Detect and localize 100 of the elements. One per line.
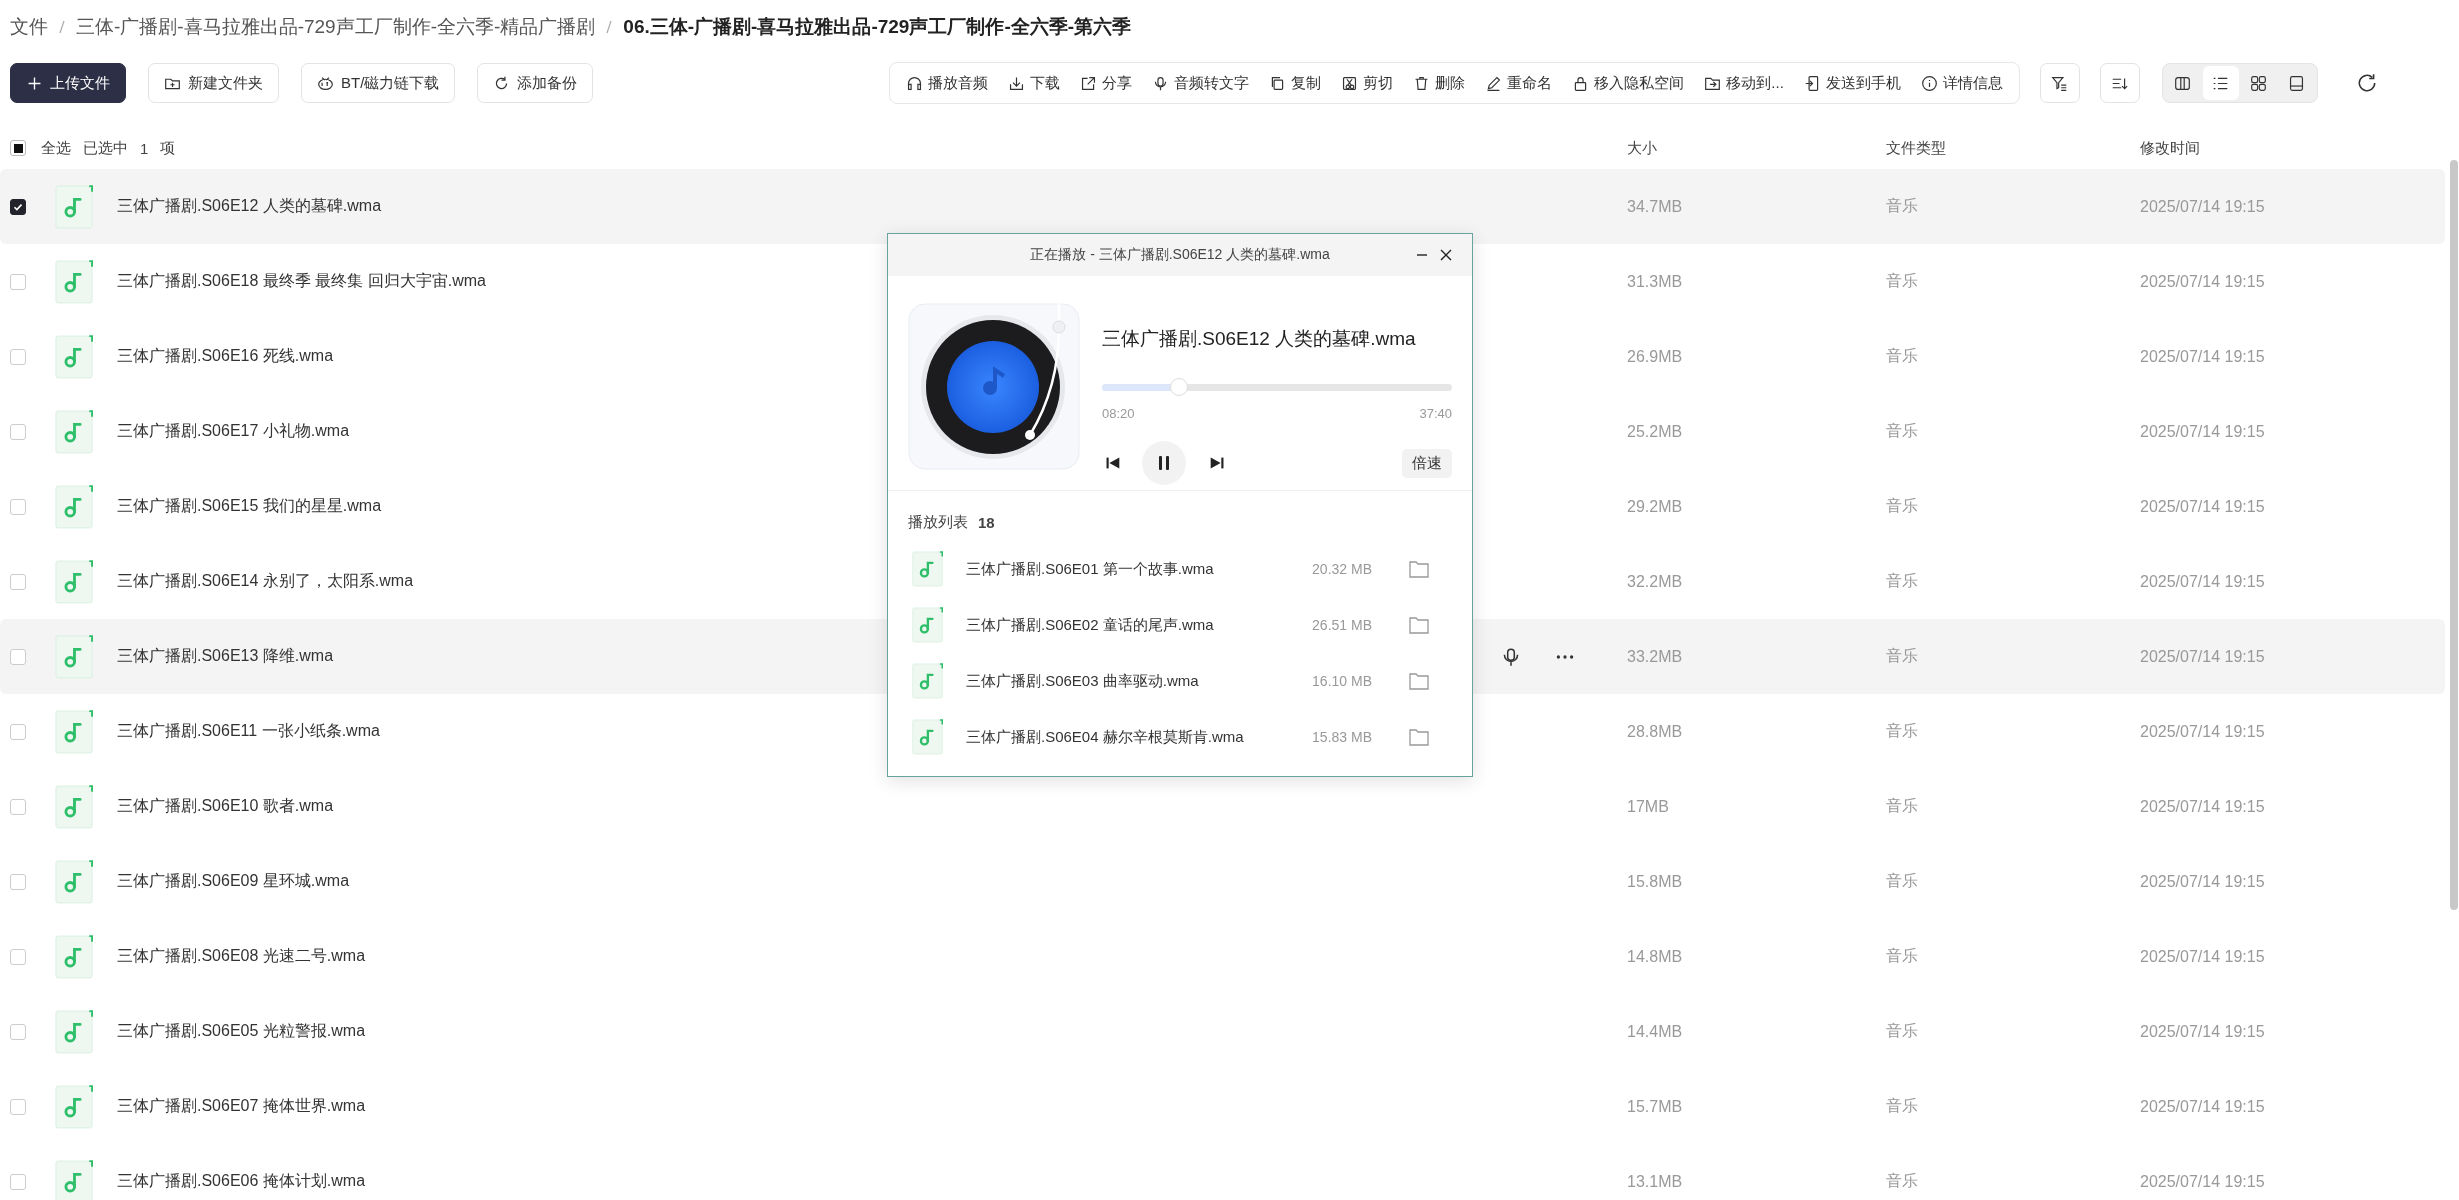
file-type: 音乐 bbox=[1886, 346, 1919, 366]
music-file-icon bbox=[55, 259, 93, 304]
toolbar-button[interactable]: 添加备份 bbox=[477, 63, 594, 103]
progress-track[interactable] bbox=[1102, 383, 1452, 391]
file-name[interactable]: 三体广播剧.S06E15 我们的星星.wma bbox=[117, 496, 382, 517]
action-button[interactable]: 删除 bbox=[1403, 64, 1476, 102]
column-header[interactable]: 修改时间 bbox=[2140, 138, 2200, 158]
modified-time: 2025/07/14 19:15 bbox=[2140, 497, 2265, 516]
toolbar-button[interactable]: 新建文件夹 bbox=[148, 63, 279, 103]
bt-icon bbox=[317, 74, 334, 92]
action-button[interactable]: 音频转文字 bbox=[1142, 64, 1260, 102]
action-button[interactable]: 发送到手机 bbox=[1793, 64, 1911, 102]
columns-icon bbox=[2174, 74, 2192, 92]
file-name[interactable]: 三体广播剧.S06E11 一张小纸条.wma bbox=[117, 721, 380, 742]
action-button[interactable]: 重命名 bbox=[1475, 64, 1563, 102]
music-file-icon bbox=[55, 934, 93, 979]
toolbar-button[interactable]: BT/磁力链下载 bbox=[301, 63, 456, 103]
speed-button[interactable]: 倍速 bbox=[1402, 448, 1452, 478]
folder-icon[interactable] bbox=[1409, 560, 1429, 578]
playlist-count: 18 bbox=[978, 513, 995, 531]
file-name[interactable]: 三体广播剧.S06E12 人类的墓碑.wma bbox=[117, 196, 382, 217]
scissors-icon bbox=[1341, 74, 1359, 92]
sort-button[interactable] bbox=[2099, 63, 2140, 103]
music-file-icon bbox=[55, 1084, 93, 1129]
playlist-track-size: 15.83 MB bbox=[1311, 729, 1372, 745]
breadcrumb-item[interactable]: 文件 bbox=[10, 14, 48, 40]
file-type: 音乐 bbox=[1886, 946, 1919, 966]
file-name[interactable]: 三体广播剧.S06E05 光粒警报.wma bbox=[117, 1021, 366, 1042]
select-all-checkbox[interactable] bbox=[10, 140, 26, 156]
total-time: 37:40 bbox=[1419, 406, 1452, 421]
modified-time: 2025/07/14 19:15 bbox=[2140, 1022, 2265, 1041]
breadcrumb-item[interactable]: 三体-广播剧-喜马拉雅出品-729声工厂制作-全六季-精品广播剧 bbox=[76, 14, 596, 40]
action-button[interactable]: 分享 bbox=[1070, 64, 1143, 102]
action-button[interactable]: 剪切 bbox=[1331, 64, 1404, 102]
playlist-track-name[interactable]: 三体广播剧.S06E04 赫尔辛根莫斯肯.wma bbox=[966, 727, 1292, 747]
modified-time: 2025/07/14 19:15 bbox=[2140, 1097, 2265, 1116]
music-file-icon bbox=[55, 1009, 93, 1054]
file-size: 25.2MB bbox=[1627, 422, 1684, 441]
file-name[interactable]: 三体广播剧.S06E06 掩体计划.wma bbox=[117, 1171, 366, 1192]
column-header[interactable]: 大小 bbox=[1627, 138, 1886, 158]
music-file-icon bbox=[55, 334, 93, 379]
filter-button[interactable] bbox=[2039, 63, 2080, 103]
modified-time: 2025/07/14 19:15 bbox=[2140, 722, 2265, 741]
music-file-icon bbox=[55, 634, 93, 679]
headphones-icon bbox=[906, 74, 924, 92]
modified-time: 2025/07/14 19:15 bbox=[2140, 197, 2265, 216]
breadcrumb-separator-icon bbox=[58, 20, 66, 34]
filter-icon bbox=[2051, 74, 2069, 92]
preview-icon bbox=[2288, 74, 2306, 92]
modified-time: 2025/07/14 19:15 bbox=[2140, 1172, 2265, 1191]
select-all-label[interactable]: 全选 bbox=[41, 138, 71, 158]
toolbar-button[interactable]: 上传文件 bbox=[10, 63, 126, 103]
file-name[interactable]: 三体广播剧.S06E16 死线.wma bbox=[117, 346, 334, 367]
file-name[interactable]: 三体广播剧.S06E18 最终季 最终集 回归大宇宙.wma bbox=[117, 271, 486, 292]
file-name[interactable]: 三体广播剧.S06E07 掩体世界.wma bbox=[117, 1096, 366, 1117]
close-icon[interactable] bbox=[1438, 247, 1454, 263]
row-checkbox[interactable] bbox=[10, 198, 26, 215]
grid-icon bbox=[2250, 74, 2268, 92]
folder-icon[interactable] bbox=[1409, 728, 1429, 746]
action-button[interactable]: 播放音频 bbox=[896, 64, 999, 102]
playlist-track-name[interactable]: 三体广播剧.S06E01 第一个故事.wma bbox=[966, 559, 1292, 579]
playlist-track-name[interactable]: 三体广播剧.S06E02 童话的尾声.wma bbox=[966, 615, 1292, 635]
file-name[interactable]: 三体广播剧.S06E13 降维.wma bbox=[117, 646, 334, 667]
file-size: 13.1MB bbox=[1627, 1172, 1684, 1191]
folder-icon[interactable] bbox=[1409, 672, 1429, 690]
file-type: 音乐 bbox=[1886, 421, 1919, 441]
view-button[interactable] bbox=[2202, 66, 2239, 100]
scrollbar[interactable] bbox=[2450, 160, 2458, 910]
file-name[interactable]: 三体广播剧.S06E14 永别了，太阳系.wma bbox=[117, 571, 414, 592]
action-button[interactable]: 移动到... bbox=[1694, 64, 1794, 102]
playlist-label: 播放列表 bbox=[908, 512, 968, 532]
column-header[interactable]: 文件类型 bbox=[1886, 138, 2140, 158]
file-type: 音乐 bbox=[1886, 271, 1919, 291]
modified-time: 2025/07/14 19:15 bbox=[2140, 647, 2265, 666]
action-button[interactable]: 复制 bbox=[1259, 64, 1332, 102]
file-size: 17MB bbox=[1627, 797, 1670, 816]
file-name[interactable]: 三体广播剧.S06E09 星环城.wma bbox=[117, 871, 350, 892]
action-button[interactable]: 下载 bbox=[998, 64, 1071, 102]
action-button[interactable]: 详情信息 bbox=[1910, 64, 2013, 102]
playlist-track-name[interactable]: 三体广播剧.S06E03 曲率驱动.wma bbox=[966, 671, 1292, 691]
playlist-track-size: 16.10 MB bbox=[1311, 673, 1372, 689]
folder-icon[interactable] bbox=[1409, 616, 1429, 634]
modified-time: 2025/07/14 19:15 bbox=[2140, 422, 2265, 441]
music-file-icon bbox=[55, 484, 93, 529]
elapsed-time: 08:20 bbox=[1102, 406, 1135, 421]
file-type: 音乐 bbox=[1886, 1096, 1919, 1116]
music-file-icon bbox=[55, 784, 93, 829]
action-button[interactable]: 移入隐私空间 bbox=[1562, 64, 1695, 102]
music-file-icon bbox=[912, 719, 943, 755]
pause-button[interactable] bbox=[1142, 441, 1186, 485]
progress-thumb[interactable] bbox=[1170, 378, 1188, 396]
file-name[interactable]: 三体广播剧.S06E08 光速二号.wma bbox=[117, 946, 366, 967]
file-size: 28.8MB bbox=[1627, 722, 1684, 741]
refresh-icon bbox=[2355, 72, 2378, 94]
modified-time: 2025/07/14 19:15 bbox=[2140, 272, 2265, 291]
file-size: 15.8MB bbox=[1627, 872, 1684, 891]
file-name[interactable]: 三体广播剧.S06E10 歌者.wma bbox=[117, 796, 334, 817]
file-type: 音乐 bbox=[1886, 721, 1919, 741]
file-name[interactable]: 三体广播剧.S06E17 小礼物.wma bbox=[117, 421, 350, 442]
music-file-icon bbox=[55, 559, 93, 604]
